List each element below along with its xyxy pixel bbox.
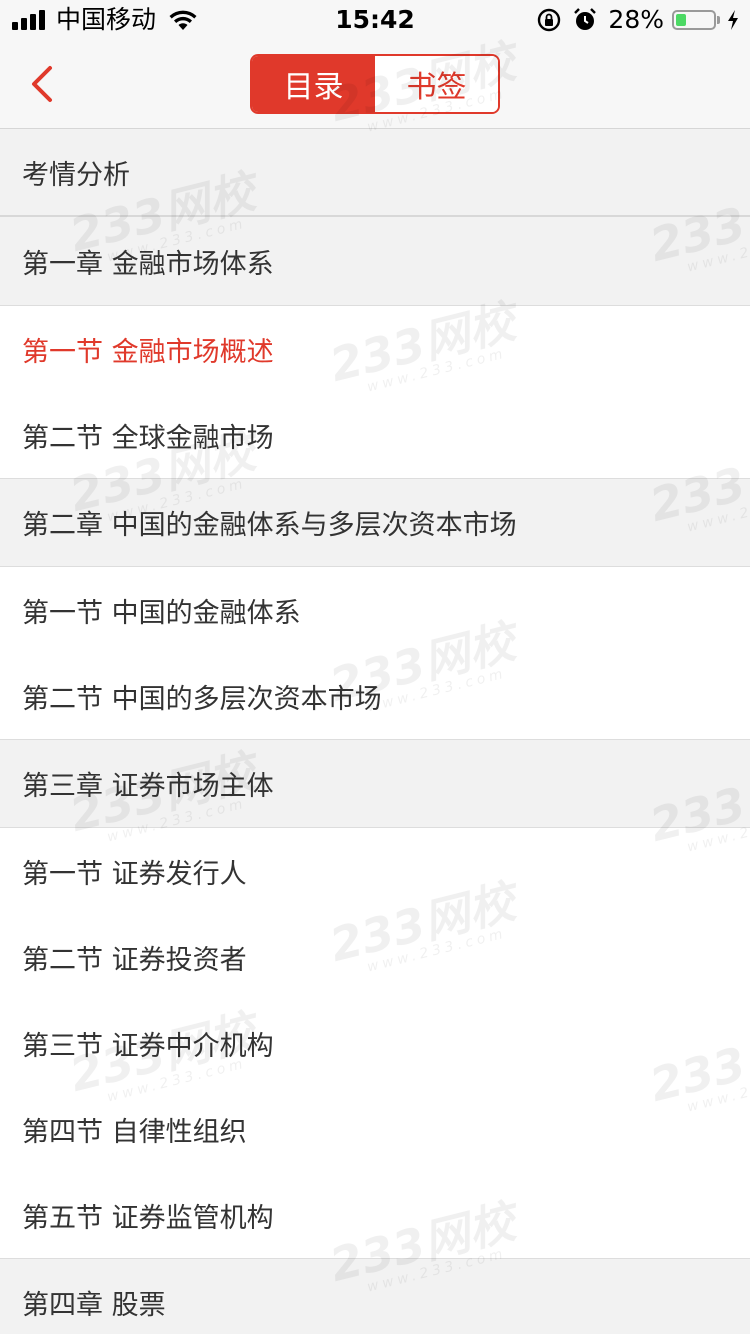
section-item[interactable]: 第三节 证券中介机构 xyxy=(0,1000,750,1086)
chapter-header[interactable]: 第四章 股票 xyxy=(0,1258,750,1334)
status-right: 28% xyxy=(536,5,740,35)
tab-bookmarks[interactable]: 书签 xyxy=(375,56,498,112)
section-item[interactable]: 第一节 中国的金融体系 xyxy=(0,567,750,653)
section-item[interactable]: 第二节 证券投资者 xyxy=(0,914,750,1000)
section-item[interactable]: 第二节 中国的多层次资本市场 xyxy=(0,653,750,739)
screen: 中国移动 15:42 28% 目录 书签 考情分析 第一章 金融市场体系 第一节… xyxy=(0,0,750,1334)
section-item[interactable]: 第二节 全球金融市场 xyxy=(0,392,750,478)
section-item[interactable]: 第五节 证券监管机构 xyxy=(0,1172,750,1258)
tab-contents[interactable]: 目录 xyxy=(252,56,375,112)
section-item[interactable]: 第四节 自律性组织 xyxy=(0,1086,750,1172)
section-header[interactable]: 考情分析 xyxy=(0,129,750,217)
rotation-lock-icon xyxy=(538,8,561,32)
back-arrow-icon[interactable] xyxy=(24,62,64,106)
battery-percent: 28% xyxy=(608,5,664,34)
chapter-header[interactable]: 第三章 证券市场主体 xyxy=(0,739,750,828)
battery-cap xyxy=(717,16,720,24)
section-item[interactable]: 第一节 证券发行人 xyxy=(0,828,750,914)
status-bar: 中国移动 15:42 28% xyxy=(0,0,750,40)
alarm-icon xyxy=(574,8,597,30)
nav-bar: 目录 书签 xyxy=(0,40,750,129)
toc-list: 考情分析 第一章 金融市场体系 第一节 金融市场概述 第二节 全球金融市场 第二… xyxy=(0,129,750,1334)
segmented-control: 目录 书签 xyxy=(250,54,500,114)
chapter-header[interactable]: 第二章 中国的金融体系与多层次资本市场 xyxy=(0,478,750,567)
section-item[interactable]: 第一节 金融市场概述 xyxy=(0,306,750,392)
chapter-header[interactable]: 第一章 金融市场体系 xyxy=(0,217,750,306)
battery-icon xyxy=(672,10,716,30)
charging-bolt-icon xyxy=(728,10,738,30)
battery-level xyxy=(676,14,686,26)
